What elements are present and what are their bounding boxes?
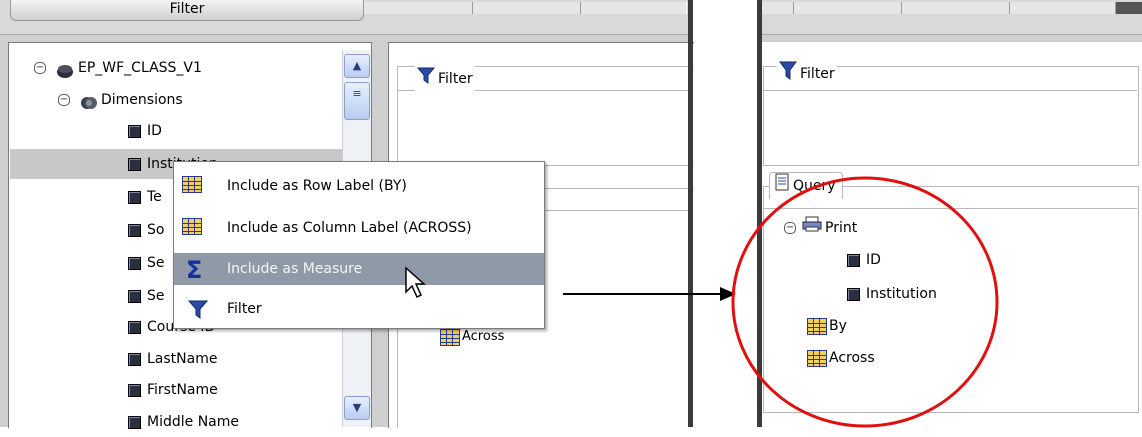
- right-tab-strip: [757, 0, 1142, 35]
- dimensions-icon: [80, 92, 98, 109]
- funnel-icon: [187, 299, 209, 331]
- funnel-icon: [779, 60, 797, 88]
- collapse-icon[interactable]: −: [34, 62, 46, 74]
- group-label: Dimensions: [101, 92, 183, 108]
- tree-item[interactable]: FirstName: [128, 375, 218, 405]
- root-label: EP_WF_CLASS_V1: [78, 60, 202, 76]
- tree-item[interactable]: LastName: [128, 344, 217, 374]
- highlight-circle: [731, 176, 999, 428]
- tree-item[interactable]: ID: [128, 116, 162, 146]
- grid-icon: [182, 218, 202, 235]
- tree-group-dimensions[interactable]: − Dimensions: [58, 85, 183, 115]
- tree-root[interactable]: − EP_WF_CLASS_V1: [34, 53, 202, 83]
- field-icon: [128, 289, 141, 303]
- scroll-thumb[interactable]: ≡: [344, 82, 370, 120]
- grid-icon: [182, 176, 202, 193]
- tree-item[interactable]: So: [128, 215, 164, 245]
- grid-icon: [440, 328, 460, 346]
- funnel-icon: [416, 66, 436, 92]
- database-icon: [56, 60, 74, 78]
- context-menu: Include as Row Label (BY) Include as Col…: [173, 161, 545, 329]
- tree-item[interactable]: Middle Name: [128, 407, 239, 437]
- field-icon: [128, 223, 141, 237]
- tree-item[interactable]: Te: [128, 182, 162, 212]
- field-icon: [128, 383, 141, 397]
- field-icon: [128, 124, 141, 138]
- menu-item-filter[interactable]: Filter: [174, 293, 544, 325]
- collapse-icon[interactable]: −: [58, 94, 70, 106]
- scroll-up-icon[interactable]: ▲: [344, 54, 370, 78]
- tree-item[interactable]: Se: [128, 248, 165, 278]
- field-icon: [128, 157, 141, 171]
- window-edge: [688, 0, 693, 427]
- field-icon: [128, 190, 141, 204]
- menu-item-row-label[interactable]: Include as Row Label (BY): [174, 170, 544, 202]
- field-icon: [128, 320, 141, 334]
- tree-item[interactable]: Se: [128, 281, 165, 311]
- filter-legend: Filter: [415, 66, 475, 92]
- scroll-down-icon[interactable]: ▼: [344, 396, 370, 420]
- right-filter-groupbox-inner: [763, 90, 1137, 91]
- field-icon: [128, 352, 141, 366]
- sigma-icon: Σ: [186, 256, 203, 284]
- arrow-icon: [563, 287, 736, 301]
- field-icon: [128, 256, 141, 270]
- menu-item-column-label[interactable]: Include as Column Label (ACROSS): [174, 212, 544, 244]
- filter-tab[interactable]: Filter: [10, 0, 364, 21]
- right-filter-legend: Filter: [777, 60, 837, 88]
- menu-item-measure[interactable]: Σ Include as Measure: [174, 253, 544, 285]
- mouse-cursor-icon: [405, 266, 426, 299]
